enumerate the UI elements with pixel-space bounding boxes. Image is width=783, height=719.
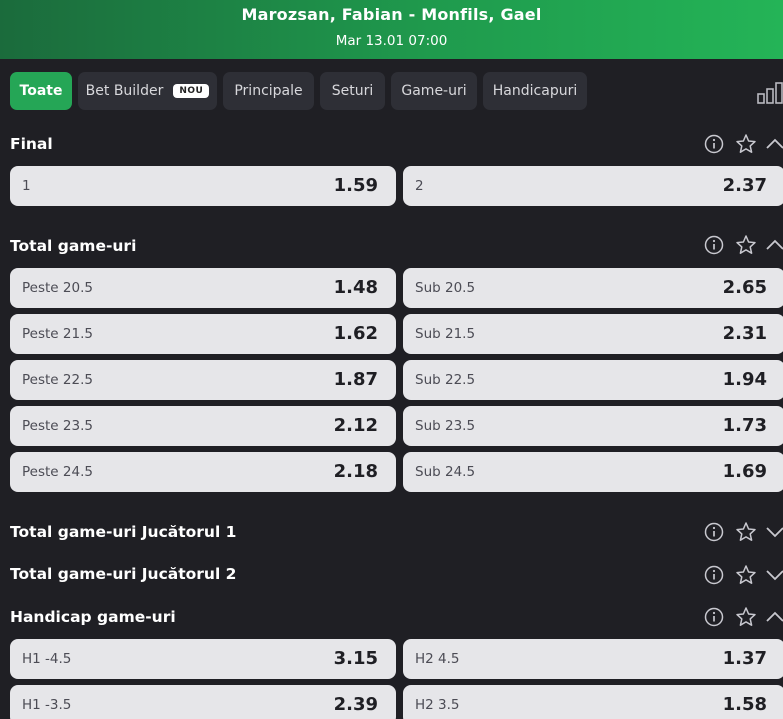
tab-sets[interactable]: Seturi (320, 72, 385, 110)
star-icon[interactable] (735, 133, 757, 155)
section-title-total-games[interactable]: Total game-uri (10, 237, 136, 255)
odd-button[interactable]: H1 -3.5 2.39 (10, 685, 396, 719)
star-icon[interactable] (735, 606, 757, 628)
odd-button[interactable]: H2 4.5 1.37 (403, 639, 783, 679)
tab-bet-builder[interactable]: Bet Builder NOU (78, 72, 217, 110)
odd-button[interactable]: Sub 24.5 1.69 (403, 452, 783, 492)
info-icon[interactable] (703, 521, 725, 543)
selection-label: Peste 20.5 (22, 280, 93, 296)
odd-value: 1.87 (333, 369, 378, 390)
odd-button[interactable]: Peste 23.5 2.12 (10, 406, 396, 446)
odd-button[interactable]: Peste 22.5 1.87 (10, 360, 396, 400)
selection-label: Sub 22.5 (415, 372, 476, 388)
section-actions (703, 521, 783, 543)
selection-label: 1 (22, 178, 31, 194)
section-actions (703, 133, 783, 155)
odd-button[interactable]: Peste 21.5 1.62 (10, 314, 396, 354)
selection-label: H2 4.5 (415, 651, 460, 667)
odd-button[interactable]: Peste 20.5 1.48 (10, 268, 396, 308)
tab-label: Handicapuri (492, 83, 578, 99)
selection-label: Sub 20.5 (415, 280, 476, 296)
tab-label: Bet Builder (85, 83, 164, 99)
selection-label: 2 (415, 178, 424, 194)
match-header: Marozsan, Fabian - Monfils, Gael Mar 13.… (0, 0, 783, 59)
odd-value: 2.65 (722, 277, 767, 298)
selection-label: Peste 21.5 (22, 326, 93, 342)
tab-main[interactable]: Principale (223, 72, 314, 110)
selection-label: H1 -4.5 (22, 651, 72, 667)
chevron-up-icon[interactable] (765, 606, 783, 628)
odd-value: 1.48 (333, 277, 378, 298)
odd-value: 2.18 (333, 461, 378, 482)
chevron-down-icon[interactable] (765, 564, 783, 586)
info-icon[interactable] (703, 564, 725, 586)
section-actions (703, 564, 783, 586)
odd-button[interactable]: Sub 22.5 1.94 (403, 360, 783, 400)
odd-button[interactable]: Sub 23.5 1.73 (403, 406, 783, 446)
selection-label: Sub 24.5 (415, 464, 476, 480)
star-icon[interactable] (735, 564, 757, 586)
tab-handicaps[interactable]: Handicapuri (483, 72, 587, 110)
section-title-final[interactable]: Final (10, 135, 53, 153)
odd-value: 2.39 (333, 694, 378, 715)
odd-value: 1.73 (722, 415, 767, 436)
section-title-handicap-games[interactable]: Handicap game-uri (10, 608, 176, 626)
selection-label: H2 3.5 (415, 697, 460, 713)
selection-label: Sub 23.5 (415, 418, 476, 434)
selection-label: Sub 21.5 (415, 326, 476, 342)
odd-button[interactable]: H1 -4.5 3.15 (10, 639, 396, 679)
odd-value: 1.58 (722, 694, 767, 715)
new-badge: NOU (173, 84, 210, 98)
tab-label: Game-uri (401, 83, 467, 99)
selection-label: Peste 23.5 (22, 418, 93, 434)
selection-label: Peste 22.5 (22, 372, 93, 388)
star-icon[interactable] (735, 521, 757, 543)
section-title-player1-games[interactable]: Total game-uri Jucătorul 1 (10, 523, 236, 541)
chevron-up-icon[interactable] (765, 234, 783, 256)
tab-games[interactable]: Game-uri (391, 72, 477, 110)
info-icon[interactable] (703, 234, 725, 256)
tab-label: Principale (234, 83, 303, 99)
odd-button[interactable]: H2 3.5 1.58 (403, 685, 783, 719)
odd-button[interactable]: Sub 21.5 2.31 (403, 314, 783, 354)
info-icon[interactable] (703, 133, 725, 155)
section-title-player2-games[interactable]: Total game-uri Jucătorul 2 (10, 565, 236, 583)
bar-chart-icon[interactable] (757, 82, 783, 104)
odd-button[interactable]: 1 1.59 (10, 166, 396, 206)
odd-value: 1.94 (722, 369, 767, 390)
odd-value: 1.69 (722, 461, 767, 482)
odd-value: 1.37 (722, 648, 767, 669)
section-actions (703, 234, 783, 256)
odd-value: 1.59 (333, 175, 378, 196)
chevron-up-icon[interactable] (765, 133, 783, 155)
star-icon[interactable] (735, 234, 757, 256)
odd-button[interactable]: Sub 20.5 2.65 (403, 268, 783, 308)
odd-value: 1.62 (333, 323, 378, 344)
odd-value: 2.12 (333, 415, 378, 436)
tab-label: Toate (19, 83, 63, 99)
market-tabs: Toate Bet Builder NOU Principale Seturi G… (10, 72, 783, 110)
odd-button[interactable]: 2 2.37 (403, 166, 783, 206)
odd-button[interactable]: Peste 24.5 2.18 (10, 452, 396, 492)
selection-label: H1 -3.5 (22, 697, 72, 713)
match-title: Marozsan, Fabian - Monfils, Gael (241, 5, 542, 24)
match-date: Mar 13.01 07:00 (335, 33, 448, 49)
tab-all[interactable]: Toate (10, 72, 72, 110)
odd-value: 2.31 (722, 323, 767, 344)
odd-value: 3.15 (333, 648, 378, 669)
odd-value: 2.37 (722, 175, 767, 196)
selection-label: Peste 24.5 (22, 464, 93, 480)
info-icon[interactable] (703, 606, 725, 628)
section-actions (703, 606, 783, 628)
chevron-down-icon[interactable] (765, 521, 783, 543)
tab-label: Seturi (331, 83, 374, 99)
